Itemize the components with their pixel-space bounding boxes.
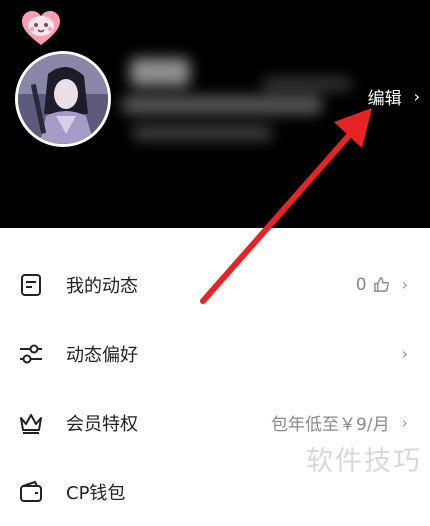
crown-icon: [20, 413, 42, 434]
avatar-image: [18, 54, 108, 144]
likes-count: 0: [355, 274, 367, 295]
heart-face-icon[interactable]: [19, 8, 63, 48]
document-icon: [21, 273, 41, 296]
wallet-icon: [20, 480, 42, 502]
vip-price-text: 包年低至￥9/月: [271, 415, 390, 435]
menu-item-my-posts[interactable]: 我的动态 0 ›: [0, 250, 430, 319]
chevron-right-icon: ›: [401, 275, 408, 294]
blurred-profile-info: [112, 48, 362, 156]
profile-header: 编辑 ›: [0, 0, 430, 228]
sliders-icon: [20, 344, 42, 363]
menu-item-label: 会员特权: [66, 413, 138, 435]
menu-item-label: 动态偏好: [66, 344, 138, 366]
menu-item-right: 包年低至￥9/月 ›: [271, 410, 408, 435]
menu-item-label: 我的动态: [66, 275, 138, 297]
menu-list: 我的动态 0 › 动态偏好 › 会员特权 包年低至￥9/月 › CP钱包: [0, 250, 430, 526]
menu-item-post-preferences[interactable]: 动态偏好 ›: [0, 319, 430, 388]
thumbs-up-icon: [373, 277, 389, 292]
edit-profile-button[interactable]: 编辑 ›: [367, 84, 420, 109]
chevron-right-icon: ›: [401, 413, 408, 432]
avatar[interactable]: [15, 51, 111, 147]
menu-item-label: CP钱包: [66, 482, 126, 504]
watermark-text: 软件技巧: [306, 446, 422, 477]
edit-label: 编辑: [367, 88, 402, 109]
menu-item-right: 0 ›: [356, 275, 408, 295]
chevron-right-icon: ›: [401, 344, 408, 363]
chevron-right-icon: ›: [413, 86, 420, 106]
menu-item-right: ›: [390, 344, 408, 363]
